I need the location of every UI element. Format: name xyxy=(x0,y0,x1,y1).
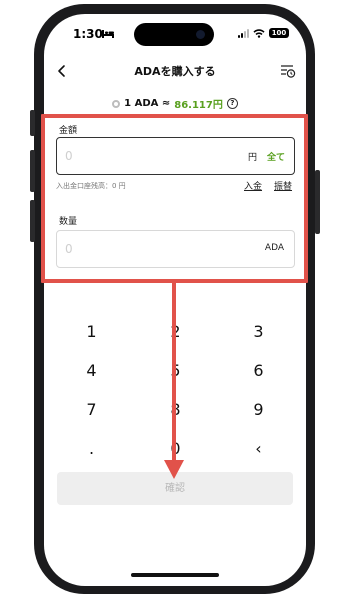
coin-icon xyxy=(112,99,121,108)
signal-icon xyxy=(238,28,249,38)
key-6[interactable]: 6 xyxy=(215,353,302,389)
key-7[interactable]: 7 xyxy=(48,392,135,428)
home-indicator xyxy=(131,573,219,577)
help-icon[interactable]: ? xyxy=(226,98,238,109)
phone-side-button xyxy=(30,200,35,242)
annotation-highlight-box xyxy=(41,114,308,283)
wifi-icon xyxy=(253,28,265,38)
page-title: ADAを購入する xyxy=(134,65,216,78)
key-4[interactable]: 4 xyxy=(48,353,135,389)
bed-icon xyxy=(102,30,114,38)
battery-icon: 100 xyxy=(269,28,289,38)
annotation-arrow-head xyxy=(164,460,184,479)
key-3[interactable]: 3 xyxy=(215,314,302,350)
key-1[interactable]: 1 xyxy=(48,314,135,350)
key-decimal[interactable]: . xyxy=(48,431,135,467)
annotation-arrow-line xyxy=(172,283,176,461)
history-icon[interactable] xyxy=(280,63,296,79)
status-time: 1:30 xyxy=(73,27,103,41)
status-indicators: 100 xyxy=(238,28,289,38)
key-backspace[interactable]: ‹ xyxy=(215,431,302,467)
key-9[interactable]: 9 xyxy=(215,392,302,428)
phone-side-button xyxy=(315,170,320,234)
camera-icon xyxy=(196,30,205,39)
phone-side-button xyxy=(30,110,35,136)
rate-lead: 1 ADA ≈ xyxy=(124,98,171,109)
phone-side-button xyxy=(30,150,35,192)
navigation-bar: ADAを購入する xyxy=(44,60,306,82)
dynamic-island xyxy=(134,23,214,46)
exchange-rate: 1 ADA ≈ 86.117円 ? xyxy=(44,96,306,111)
rate-value: 86.117円 xyxy=(174,100,223,111)
